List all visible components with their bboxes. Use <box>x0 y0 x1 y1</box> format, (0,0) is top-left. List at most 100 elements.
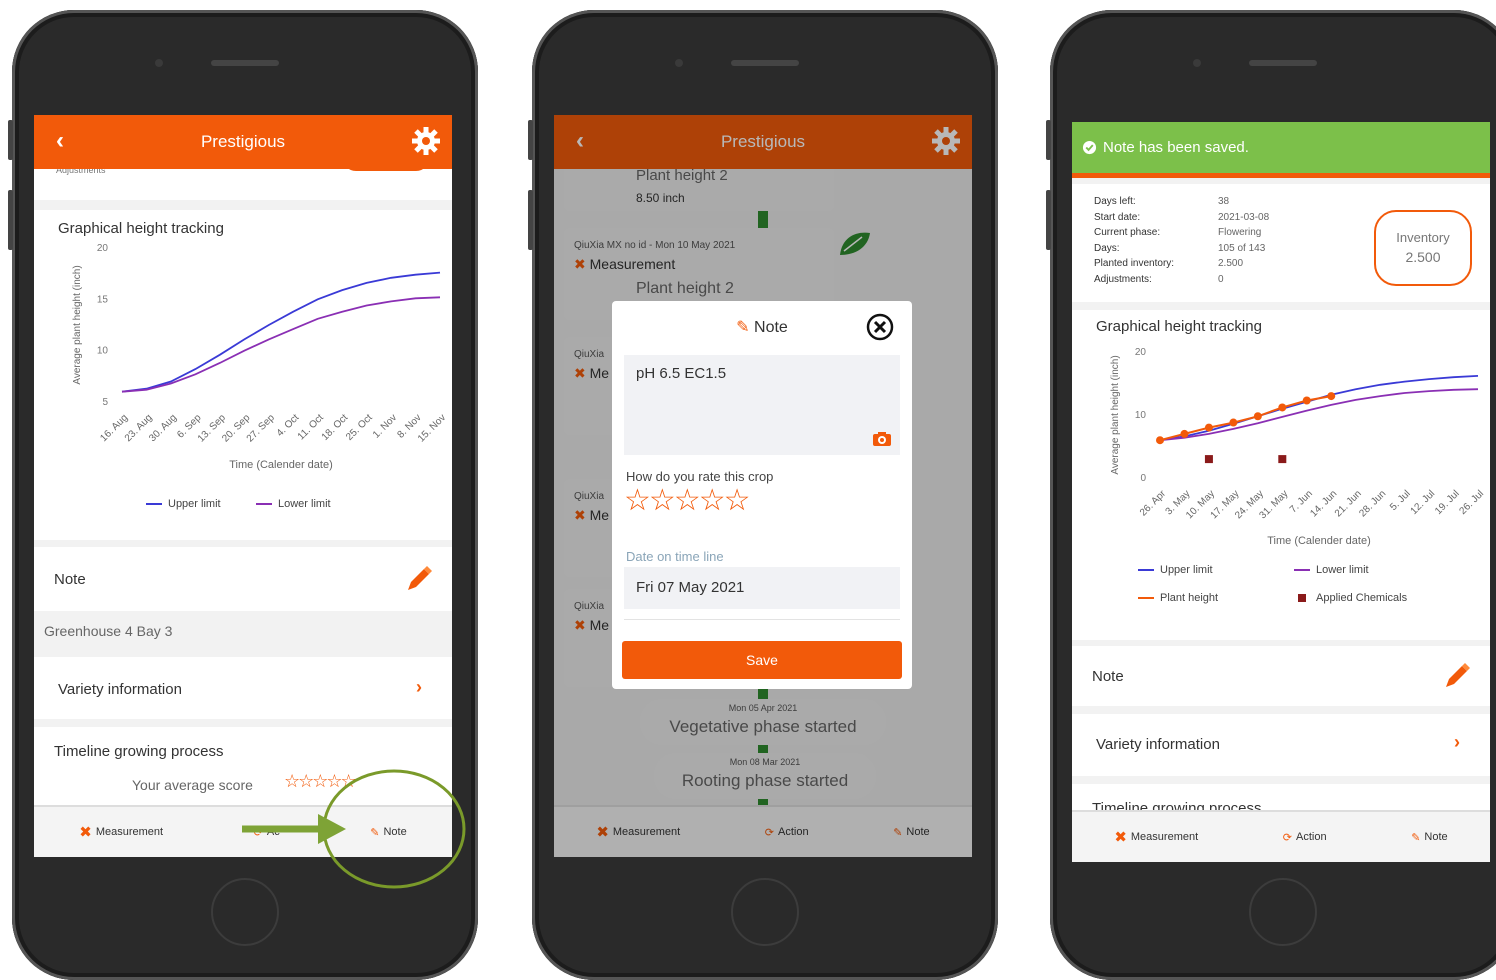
bottom-bar: ✖ Measurement ⟳ Ac ✎ Note <box>34 805 452 857</box>
plant-height-point <box>1302 396 1311 405</box>
star-icon[interactable]: ☆ <box>724 484 751 517</box>
measurement-tab[interactable]: ✖ Measurement <box>1114 828 1198 846</box>
y-tick-label: 20 <box>1135 347 1147 358</box>
planted-label: Planted inventory: <box>1094 258 1175 269</box>
home-button[interactable] <box>731 878 799 946</box>
measurement-tab[interactable]: ✖ Measurement <box>79 823 163 841</box>
days-label: Days: <box>1094 242 1120 254</box>
chemical-marker <box>1278 455 1287 464</box>
x-tick-label: 15. Nov <box>416 412 448 444</box>
info-values: 38 2021-03-08 Flowering 105 of 143 2.500… <box>1218 194 1269 287</box>
adjustments-value: 0 <box>1218 273 1224 285</box>
star-icon[interactable]: ☆ <box>699 484 726 517</box>
bottom-bar: ✖ Measurement ⟳ Action ✎ Note <box>1072 810 1490 862</box>
legend-lower: Lower limit <box>256 498 331 510</box>
app-title: Prestigious <box>200 132 286 151</box>
y-tick-label: 20 <box>97 243 109 254</box>
pencil-icon[interactable] <box>1442 661 1472 691</box>
y-tick-label: 5 <box>102 397 108 408</box>
avg-score-label: Your average score <box>132 777 253 793</box>
y-tick-label: 10 <box>97 346 109 357</box>
plant-height-point <box>1327 392 1336 401</box>
avg-score-stars: ☆☆☆☆☆ <box>284 771 357 791</box>
legend-chemicals: Applied Chemicals <box>1294 592 1407 604</box>
note-row[interactable]: Note <box>34 547 452 611</box>
date-field[interactable]: Fri 07 May 2021 <box>624 567 900 609</box>
check-circle-icon <box>1082 140 1097 155</box>
star-icon[interactable]: ☆ <box>674 484 701 517</box>
side-button <box>1046 190 1051 250</box>
modal-title: Note <box>754 319 788 336</box>
note-label: Note <box>54 571 86 588</box>
planted-value: 2.500 <box>1218 258 1244 269</box>
start-date-label: Start date: <box>1094 211 1141 223</box>
phase-label: Current phase: <box>1094 227 1161 238</box>
variety-row[interactable]: Variety information › <box>1072 714 1490 776</box>
chart-card: Graphical height tracking 20 15 10 5 Average… <box>34 210 452 540</box>
phone-right: Note has been saved. Days left: Start da… <box>1046 10 1496 980</box>
pencil-icon[interactable] <box>404 564 434 594</box>
inventory-label: Inventory <box>1396 230 1450 245</box>
front-camera <box>675 59 683 67</box>
camera-icon[interactable] <box>872 431 892 447</box>
timeline-card[interactable]: Timeline growing process Your average sc… <box>34 727 452 807</box>
side-button <box>8 190 13 250</box>
rating-stars[interactable]: ☆☆☆☆☆ <box>624 483 751 518</box>
front-camera <box>1193 59 1201 67</box>
action-icon: ⟳ <box>1282 831 1292 844</box>
info-labels: Days left: Start date: Current phase: Da… <box>1094 194 1174 287</box>
measurement-icon: ✖ <box>1114 829 1127 846</box>
pencil-icon: ✎ <box>736 319 750 336</box>
note-tab[interactable]: ✎ Note <box>370 826 406 839</box>
plant-height-point <box>1253 412 1262 421</box>
home-button[interactable] <box>1249 878 1317 946</box>
speaker <box>731 60 799 66</box>
legend-lower: Lower limit <box>1294 564 1369 576</box>
save-button[interactable]: Save <box>622 641 902 679</box>
phase-value: Flowering <box>1218 227 1262 238</box>
variety-label: Variety information <box>1096 736 1220 753</box>
variety-row[interactable]: Variety information › <box>34 657 452 719</box>
height-chart: 20100Average plant height (inch)26. Apr3… <box>1110 347 1487 547</box>
action-tab[interactable]: ⟳ Action <box>1283 831 1327 844</box>
chart-title: Graphical height tracking <box>1096 318 1262 335</box>
star-icon[interactable]: ☆ <box>624 484 651 517</box>
plant-height-point <box>1229 418 1238 427</box>
note-tab[interactable]: ✎ Note <box>1411 831 1447 844</box>
side-button <box>528 120 533 160</box>
plant-height-point <box>1278 403 1287 412</box>
chart-title: Graphical height tracking <box>58 220 224 237</box>
note-row[interactable]: Note <box>1072 646 1490 706</box>
note-text: pH 6.5 EC1.5 <box>636 365 727 382</box>
note-modal: ✎ Note pH 6.5 EC1.5 How do you rate this… <box>612 301 912 689</box>
rate-label: How do you rate this crop <box>626 469 774 484</box>
screen: Note has been saved. Days left: Start da… <box>1072 122 1490 862</box>
y-tick-label: 15 <box>97 294 109 305</box>
pencil-icon: ✎ <box>370 826 380 839</box>
side-button <box>528 190 533 250</box>
x-tick-label: 19. Jul <box>1433 488 1462 517</box>
gear-icon[interactable] <box>410 125 442 157</box>
series-line-lower-limit <box>1159 388 1479 442</box>
action-tab[interactable]: ⟳ Ac <box>254 826 280 839</box>
star-icon[interactable]: ☆ <box>649 484 676 517</box>
back-icon[interactable]: ‹ <box>56 127 64 155</box>
y-tick-label: 10 <box>1135 410 1147 421</box>
inventory-value: 2.500 <box>1405 249 1441 265</box>
series-line-upper-limit <box>121 271 441 393</box>
screen: Adjustments ‹ Prestigious Graphical heig… <box>34 115 452 857</box>
action-icon: ⟳ <box>253 826 263 839</box>
screen: Plant height 2 8.50 inch QiuXia MX no id… <box>554 115 972 857</box>
measurement-icon: ✖ <box>79 824 92 841</box>
height-chart: 2015105Average plant height (inch)16. Au… <box>72 243 448 471</box>
note-textarea[interactable]: pH 6.5 EC1.5 <box>624 355 900 455</box>
x-tick-label: 1. Nov <box>371 412 399 440</box>
x-tick-label: 26. Jul <box>1458 488 1487 517</box>
speaker <box>211 60 279 66</box>
x-tick-label: 26. Apr <box>1138 488 1169 519</box>
x-tick-label: 12. Jul <box>1409 488 1438 517</box>
timeline-label: Timeline growing process <box>54 743 224 760</box>
home-button[interactable] <box>211 878 279 946</box>
close-icon[interactable] <box>866 313 894 341</box>
inventory-box[interactable]: Inventory 2.500 <box>1374 210 1472 286</box>
